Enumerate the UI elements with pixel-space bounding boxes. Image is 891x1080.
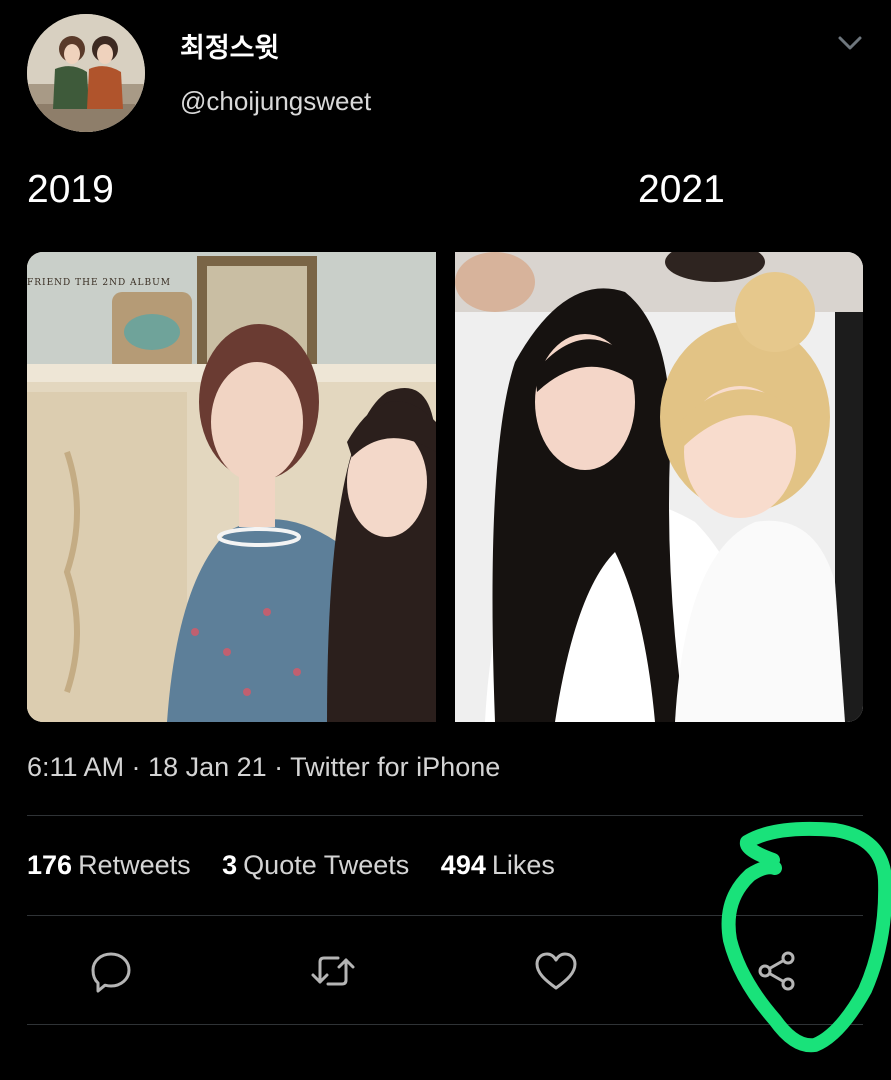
tweet-year-left: 2019 [27, 168, 114, 211]
heart-icon [535, 952, 577, 990]
likes-stat[interactable]: 494 Likes [441, 850, 555, 881]
album-caption: FRIEND THE 2ND ALBUM [27, 278, 171, 288]
tweet-text: 2019 2021 [27, 168, 863, 216]
divider [27, 915, 863, 916]
share-button[interactable] [753, 946, 803, 996]
retweet-button[interactable] [308, 946, 358, 996]
reply-button[interactable] [86, 946, 136, 996]
reply-icon [91, 952, 131, 993]
retweet-icon [311, 956, 355, 986]
quote-tweets-count: 3 [222, 850, 238, 880]
tweet-year-right: 2021 [638, 168, 725, 211]
likes-count: 494 [440, 850, 486, 880]
retweets-count: 176 [27, 850, 73, 880]
tweet-photo-2021[interactable] [455, 252, 863, 722]
likes-label: Likes [491, 850, 555, 880]
chevron-down-icon[interactable] [830, 28, 870, 60]
tweet-stats: 176 Retweets 3 Quote Tweets 494 Likes [27, 850, 579, 881]
like-button[interactable] [531, 946, 581, 996]
retweets-label: Retweets [78, 850, 191, 880]
divider [27, 1024, 863, 1025]
divider [27, 815, 863, 816]
avatar-image [27, 14, 145, 132]
tweet-photo-2019[interactable]: FRIEND THE 2ND ALBUM [27, 252, 436, 722]
user-handle[interactable]: @choijungsweet [180, 86, 371, 117]
quote-tweets-stat[interactable]: 3 Quote Tweets [222, 850, 409, 881]
share-icon [758, 951, 795, 991]
avatar[interactable] [27, 14, 145, 132]
tweet-timestamp: 6:11 AM · 18 Jan 21 · Twitter for iPhone [27, 752, 501, 782]
display-name[interactable]: 최정스윗 [180, 26, 279, 65]
quote-tweets-label: Quote Tweets [243, 850, 410, 880]
retweets-stat[interactable]: 176 Retweets [27, 850, 191, 881]
